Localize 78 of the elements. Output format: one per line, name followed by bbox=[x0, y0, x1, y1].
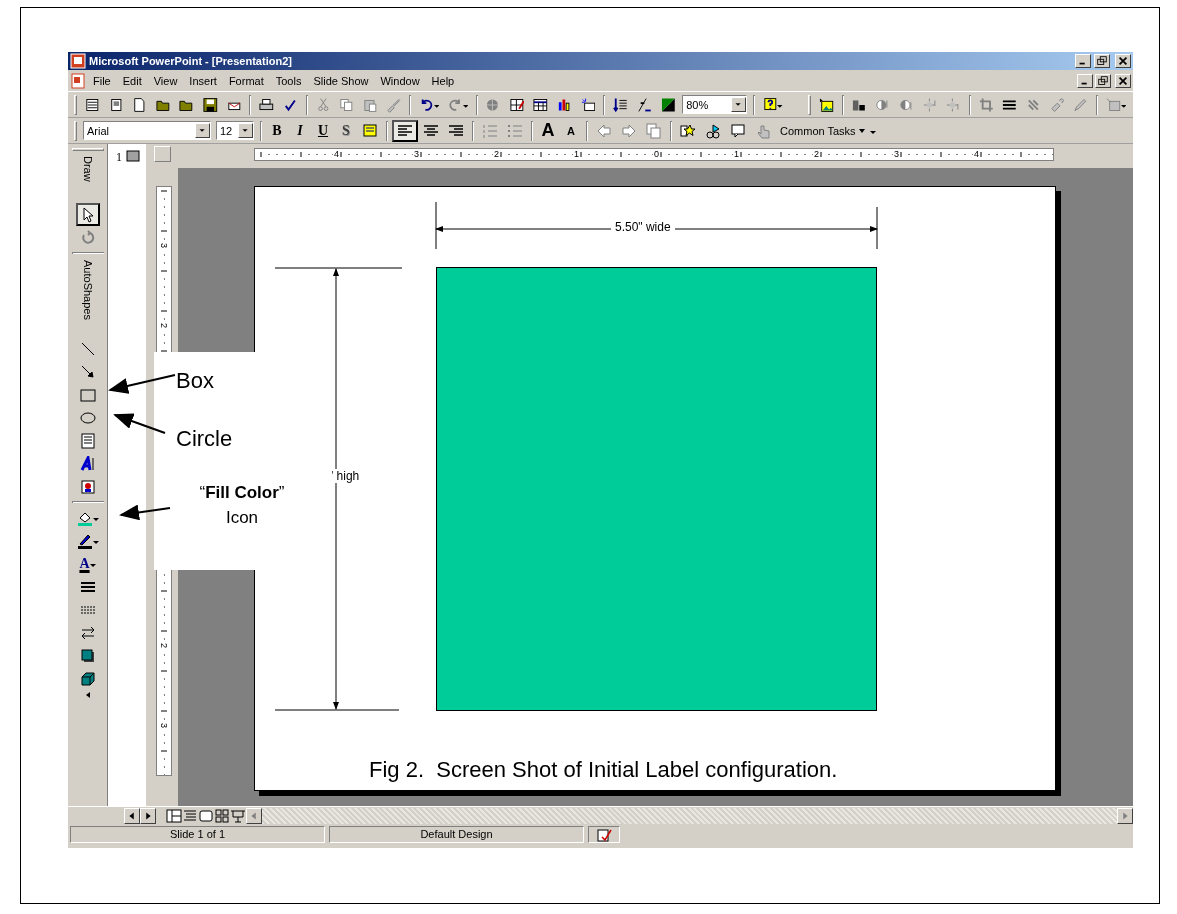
slide-thumbnail-icon[interactable] bbox=[126, 150, 140, 162]
ruler-number: 2 bbox=[159, 643, 169, 648]
zoom-field[interactable]: 80% bbox=[682, 95, 747, 114]
menu-item[interactable]: Tools bbox=[270, 72, 307, 89]
restore-icon[interactable] bbox=[1095, 73, 1111, 88]
ruler-number: 2 bbox=[813, 149, 820, 159]
menu-item[interactable]: Edit bbox=[117, 72, 147, 89]
width-label: 5.50" wide bbox=[611, 220, 675, 234]
normal-view-icon[interactable] bbox=[166, 807, 182, 824]
extension-line bbox=[435, 201, 437, 250]
scroll-left-icon[interactable] bbox=[246, 807, 262, 824]
bold-button[interactable]: B bbox=[266, 119, 288, 142]
spellcheck-book-icon bbox=[596, 827, 612, 843]
close-icon[interactable] bbox=[1115, 54, 1131, 68]
dropdown-icon[interactable] bbox=[238, 123, 253, 138]
dropdown-icon[interactable] bbox=[730, 97, 746, 112]
font-field[interactable]: Arial bbox=[83, 121, 211, 140]
minimize-icon[interactable] bbox=[1075, 54, 1091, 68]
ruler-number: 3 bbox=[413, 149, 420, 159]
menu-item[interactable]: Window bbox=[375, 72, 425, 89]
figure-caption: Fig 2. Screen Shot of Initial Label configuration. bbox=[369, 757, 838, 783]
ruler-number: 3 bbox=[893, 149, 900, 159]
ruler-number: 1 bbox=[733, 149, 740, 159]
annotation-label: “Fill Color” Icon bbox=[198, 482, 286, 529]
menu-item[interactable]: File bbox=[88, 72, 116, 89]
ruler-number: 3 bbox=[159, 723, 169, 728]
menu-item[interactable]: Format bbox=[223, 72, 269, 89]
grid-view-icon[interactable] bbox=[214, 807, 230, 824]
ruler-corner bbox=[154, 146, 171, 162]
scroll-right-icon[interactable] bbox=[1117, 807, 1133, 824]
menu-item[interactable]: Help bbox=[426, 72, 460, 89]
font-color-button[interactable]: A bbox=[75, 552, 100, 575]
ruler-number: 4 bbox=[333, 149, 340, 159]
help-icon[interactable] bbox=[762, 96, 778, 113]
align-left-icon[interactable] bbox=[397, 122, 413, 139]
extension-line bbox=[876, 206, 878, 250]
ruler-number: 4 bbox=[973, 149, 980, 159]
menu-item[interactable]: Insert bbox=[184, 72, 222, 89]
underline-button[interactable]: U bbox=[312, 119, 334, 142]
autoshapes-menu[interactable]: AutoShapes bbox=[81, 260, 94, 334]
dropdown-icon[interactable] bbox=[195, 123, 210, 138]
ruler-number: 0 bbox=[653, 149, 660, 159]
pen-icon[interactable] bbox=[76, 532, 93, 549]
draw-menu[interactable]: Draw bbox=[81, 156, 94, 200]
menu-item[interactable]: Slide Show bbox=[308, 72, 374, 89]
ruler-number: 2 bbox=[493, 149, 500, 159]
caret-icon[interactable] bbox=[858, 128, 865, 133]
shrink-font-button[interactable]: A bbox=[560, 119, 582, 142]
outline-view-icon[interactable] bbox=[182, 807, 198, 824]
ruler-number: 2 bbox=[159, 323, 169, 328]
slide-number: 1 bbox=[116, 150, 122, 166]
status-text: Slide 1 of 1 bbox=[70, 826, 325, 843]
slide-show-icon[interactable] bbox=[230, 807, 246, 824]
pointer-arrow bbox=[119, 504, 171, 521]
horizontal-scrollbar[interactable] bbox=[262, 807, 1133, 824]
font-size-field[interactable]: 12 bbox=[216, 121, 254, 140]
slide-view-icon[interactable] bbox=[198, 807, 214, 824]
status-text: Default Design bbox=[329, 826, 584, 843]
window-title: Microsoft PowerPoint - [Presentation2] bbox=[89, 55, 293, 67]
pointer-arrow bbox=[113, 413, 166, 434]
common-tasks-button[interactable]: Common Tasks bbox=[776, 124, 869, 137]
annotation-label: Box bbox=[176, 368, 215, 395]
align-left-button[interactable] bbox=[392, 119, 418, 142]
ruler-number: 1 bbox=[573, 149, 580, 159]
scroll-right-icon[interactable] bbox=[140, 807, 156, 824]
app-icon bbox=[70, 53, 86, 69]
italic-button[interactable]: I bbox=[289, 119, 311, 142]
pointer-arrow bbox=[108, 374, 176, 394]
annotation-label: Circle bbox=[176, 426, 234, 453]
grow-font-button[interactable]: A bbox=[537, 119, 559, 142]
minimize-icon[interactable] bbox=[1077, 73, 1093, 88]
menu-item[interactable]: View bbox=[148, 72, 183, 89]
restore-icon[interactable] bbox=[1094, 54, 1110, 68]
ruler-number: 3 bbox=[159, 243, 169, 248]
document-icon[interactable] bbox=[70, 72, 86, 89]
text-shadow-button[interactable]: S bbox=[335, 119, 357, 142]
scroll-left-icon[interactable] bbox=[124, 807, 140, 824]
close-icon[interactable] bbox=[1115, 73, 1131, 88]
